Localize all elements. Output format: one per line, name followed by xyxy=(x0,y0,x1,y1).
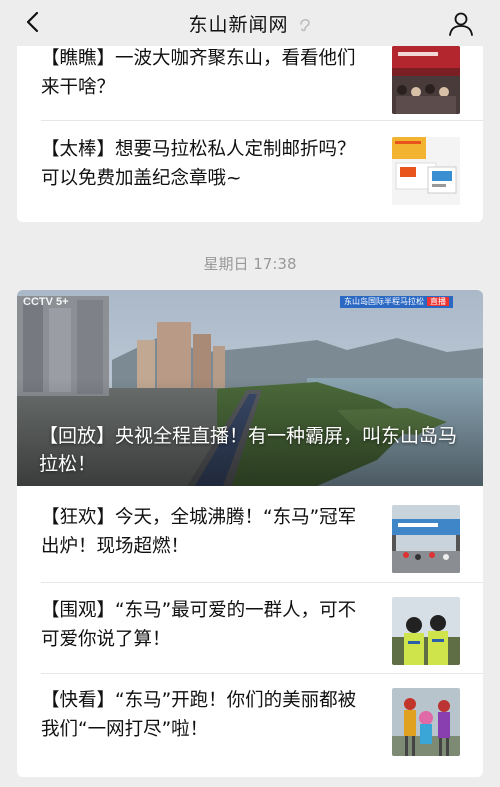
article-card-main: CCTV 5+ 东山岛国际半程马拉松 直播 【回放】央视全程直播！有一种霸屏，叫东… xyxy=(17,290,483,777)
article-thumbnail xyxy=(392,688,460,756)
profile-icon[interactable] xyxy=(448,10,474,36)
ear-icon xyxy=(299,18,310,31)
article-title: 【瞧瞧】一波大咖齐聚东山，看看他们来干啥？ xyxy=(41,48,356,98)
list-item[interactable]: 【围观】“东马”最可爱的一群人，可不可爱你说了算！ xyxy=(17,583,483,673)
list-item[interactable]: 【太棒】想要马拉松私人定制邮折吗？可以免费加盖纪念章哦~ xyxy=(17,121,483,222)
list-item[interactable]: 【狂欢】今天，全城沸腾！“东马”冠军出炉！现场超燃！ xyxy=(17,486,483,582)
live-badge: 直播 xyxy=(427,297,449,306)
article-thumbnail xyxy=(392,597,460,665)
article-card-top: 【瞧瞧】一波大咖齐聚东山，看看他们来干啥？ 【太棒】想要马拉松私人定制邮折吗？可… xyxy=(17,28,483,222)
article-title: 【太棒】想要马拉松私人定制邮折吗？可以免费加盖纪念章哦~ xyxy=(41,139,356,189)
article-thumbnail xyxy=(392,505,460,573)
hero-article[interactable]: CCTV 5+ 东山岛国际半程马拉松 直播 【回放】央视全程直播！有一种霸屏，叫东… xyxy=(17,290,483,486)
article-thumbnail xyxy=(392,46,460,114)
channel-logo: CCTV 5+ xyxy=(23,296,69,308)
list-item[interactable]: 【快看】“东马”开跑！你们的美丽都被我们“一网打尽”啦！ xyxy=(17,674,483,777)
nav-bar: 东山新闻网 xyxy=(0,0,500,46)
hero-caption: 【回放】央视全程直播！有一种霸屏，叫东山岛马拉松！ xyxy=(39,425,458,475)
message-timestamp: 星期日 17:38 xyxy=(203,255,297,273)
article-title: 【围观】“东马”最可爱的一群人，可不可爱你说了算！ xyxy=(41,600,357,650)
page-title: 东山新闻网 xyxy=(188,14,289,36)
article-thumbnail xyxy=(392,137,460,205)
broadcast-banner: 东山岛国际半程马拉松 直播 xyxy=(340,296,453,308)
article-title: 【快看】“东马”开跑！你们的美丽都被我们“一网打尽”啦！ xyxy=(41,690,357,740)
banner-text: 东山岛国际半程马拉松 xyxy=(344,297,424,306)
article-title: 【狂欢】今天，全城沸腾！“东马”冠军出炉！现场超燃！ xyxy=(41,507,357,557)
